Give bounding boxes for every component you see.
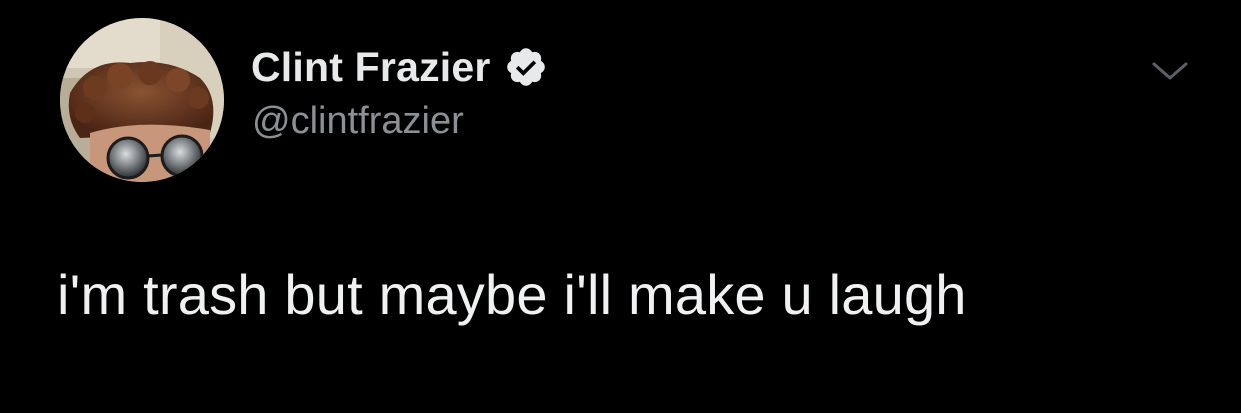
tweet-text: i'm trash but maybe i'll make u laugh <box>57 263 967 326</box>
author-avatar[interactable] <box>60 18 224 182</box>
author-handle[interactable]: @clintfrazier <box>252 100 464 143</box>
author-display-name[interactable]: Clint Frazier <box>251 44 491 91</box>
tweet-card: Clint Frazier @clintfrazier i'm trash bu… <box>0 0 1241 413</box>
verified-badge-icon <box>506 48 545 86</box>
profile-photo-icon <box>60 18 224 182</box>
chevron-down-icon[interactable] <box>1150 56 1190 84</box>
author-name-row: Clint Frazier <box>251 43 548 91</box>
